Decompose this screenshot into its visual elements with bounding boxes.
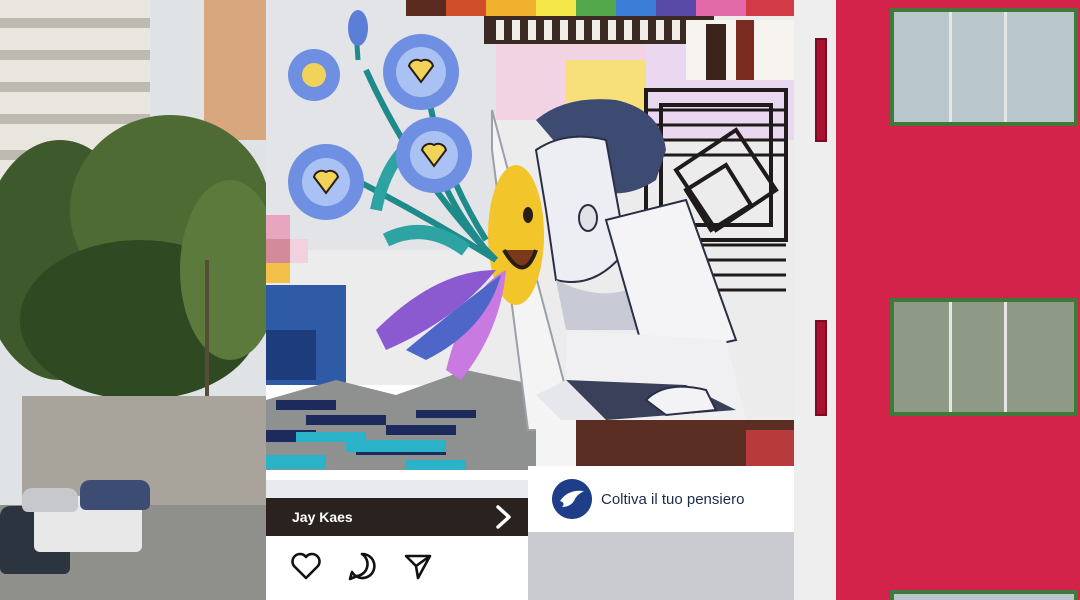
post-author-name: Jay Kaes (292, 509, 353, 525)
brand-caption-box: Coltiva il tuo pensiero (528, 466, 794, 532)
flower-2 (396, 117, 472, 193)
wing-logo-icon (552, 479, 592, 519)
window-lower (890, 590, 1078, 600)
mural-lower-panel (528, 532, 794, 600)
post-action-bar (266, 536, 528, 600)
comment-icon (348, 552, 376, 581)
flower-3 (288, 144, 364, 220)
street-photo: Jay Kaes Coltiva il tuo pensiero (0, 0, 1080, 600)
post-caption-bar: Jay Kaes (266, 498, 528, 536)
window-upper (890, 8, 1078, 126)
window-middle (890, 298, 1078, 416)
brand-tagline: Coltiva il tuo pensiero (601, 490, 745, 508)
parked-car-navy (80, 480, 150, 510)
flower-4 (288, 49, 340, 101)
heart-icon (291, 552, 321, 580)
trees (0, 115, 270, 400)
parked-car-silver (22, 488, 78, 512)
narrow-window-2 (815, 320, 827, 416)
flower-1 (383, 34, 459, 110)
chevron-right-icon (496, 505, 511, 529)
narrow-window-1 (815, 38, 827, 142)
share-icon (404, 554, 432, 580)
